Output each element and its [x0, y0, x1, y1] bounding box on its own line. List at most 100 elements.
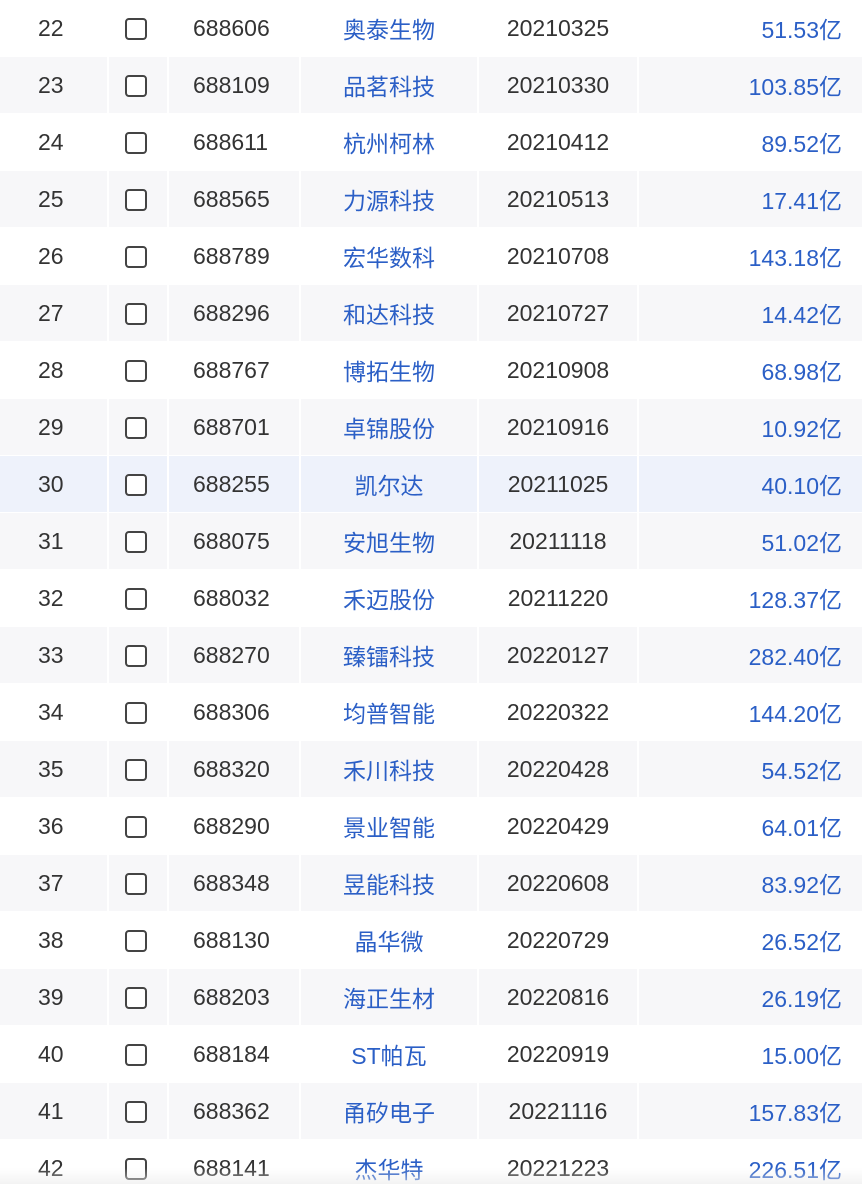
- row-checkbox[interactable]: [125, 303, 147, 326]
- table-row[interactable]: 34 688306 均普智能 20220322 144.20亿: [0, 683, 862, 741]
- stock-name-link[interactable]: 晶华微: [355, 929, 424, 955]
- stock-name-link[interactable]: 品茗科技: [343, 74, 435, 100]
- row-checkbox[interactable]: [125, 18, 147, 41]
- stock-code: 688032: [168, 569, 301, 627]
- listing-date: 20210916: [478, 398, 639, 456]
- row-checkbox[interactable]: [125, 759, 147, 782]
- stock-name-link[interactable]: 海正生材: [343, 986, 435, 1012]
- table-row[interactable]: 31 688075 安旭生物 20211118 51.02亿: [0, 512, 862, 570]
- stock-name-link[interactable]: 博拓生物: [343, 359, 435, 385]
- stock-code: 688255: [168, 455, 301, 513]
- market-cap-link[interactable]: 10.92亿: [761, 416, 842, 442]
- table-row[interactable]: 40 688184 ST帕瓦 20220919 15.00亿: [0, 1025, 862, 1083]
- market-cap-link[interactable]: 51.02亿: [761, 530, 842, 556]
- market-cap-link[interactable]: 128.37亿: [749, 587, 842, 613]
- market-cap-link[interactable]: 157.83亿: [749, 1100, 842, 1126]
- row-checkbox[interactable]: [125, 132, 147, 155]
- row-index: 31: [0, 512, 109, 570]
- table-row[interactable]: 32 688032 禾迈股份 20211220 128.37亿: [0, 569, 862, 627]
- table-row[interactable]: 22 688606 奥泰生物 20210325 51.53亿: [0, 0, 862, 57]
- stock-code: 688701: [168, 398, 301, 456]
- market-cap-link[interactable]: 103.85亿: [749, 74, 842, 100]
- market-cap-link[interactable]: 64.01亿: [761, 815, 842, 841]
- stock-name-link[interactable]: 甬矽电子: [343, 1100, 435, 1126]
- stock-name-link[interactable]: 杭州柯林: [343, 131, 435, 157]
- market-cap-link[interactable]: 144.20亿: [749, 701, 842, 727]
- market-cap-link[interactable]: 26.19亿: [761, 986, 842, 1012]
- row-checkbox[interactable]: [125, 1101, 147, 1124]
- table-row[interactable]: 37 688348 昱能科技 20220608 83.92亿: [0, 854, 862, 912]
- market-cap-link[interactable]: 89.52亿: [761, 131, 842, 157]
- stock-name-link[interactable]: 臻镭科技: [343, 644, 435, 670]
- table-row[interactable]: 27 688296 和达科技 20210727 14.42亿: [0, 284, 862, 342]
- table-row[interactable]: 28 688767 博拓生物 20210908 68.98亿: [0, 341, 862, 399]
- row-checkbox[interactable]: [125, 360, 147, 383]
- stock-code: 688130: [168, 911, 301, 969]
- stock-name-link[interactable]: 宏华数科: [343, 245, 435, 271]
- stock-name-link[interactable]: ST帕瓦: [351, 1043, 426, 1069]
- market-cap-link[interactable]: 26.52亿: [761, 929, 842, 955]
- row-index: 26: [0, 227, 109, 285]
- table-row[interactable]: 33 688270 臻镭科技 20220127 282.40亿: [0, 626, 862, 684]
- stock-name-link[interactable]: 禾迈股份: [343, 587, 435, 613]
- market-cap-link[interactable]: 17.41亿: [761, 188, 842, 214]
- stock-name-link[interactable]: 禾川科技: [343, 758, 435, 784]
- row-index: 42: [0, 1139, 109, 1197]
- row-checkbox[interactable]: [125, 474, 147, 497]
- stock-name-link[interactable]: 景业智能: [343, 815, 435, 841]
- stock-name-link[interactable]: 凯尔达: [355, 473, 424, 499]
- row-checkbox[interactable]: [125, 246, 147, 269]
- stock-name-link[interactable]: 均普智能: [343, 701, 435, 727]
- table-row[interactable]: 24 688611 杭州柯林 20210412 89.52亿: [0, 113, 862, 171]
- table-row[interactable]: 25 688565 力源科技 20210513 17.41亿: [0, 170, 862, 228]
- table-row[interactable]: 42 688141 杰华特 20221223 226.51亿: [0, 1139, 862, 1197]
- row-checkbox[interactable]: [125, 645, 147, 668]
- row-index: 32: [0, 569, 109, 627]
- market-cap-link[interactable]: 40.10亿: [761, 473, 842, 499]
- market-cap-link[interactable]: 83.92亿: [761, 872, 842, 898]
- stock-code: 688270: [168, 626, 301, 684]
- market-cap-link[interactable]: 226.51亿: [749, 1157, 842, 1183]
- stock-code: 688565: [168, 170, 301, 228]
- row-checkbox[interactable]: [125, 930, 147, 953]
- table-row[interactable]: 29 688701 卓锦股份 20210916 10.92亿: [0, 398, 862, 456]
- market-cap-link[interactable]: 282.40亿: [749, 644, 842, 670]
- market-cap-link[interactable]: 51.53亿: [761, 17, 842, 43]
- stock-name-link[interactable]: 卓锦股份: [343, 416, 435, 442]
- market-cap-link[interactable]: 143.18亿: [749, 245, 842, 271]
- stock-name-link[interactable]: 力源科技: [343, 188, 435, 214]
- market-cap-link[interactable]: 54.52亿: [761, 758, 842, 784]
- market-cap-link[interactable]: 68.98亿: [761, 359, 842, 385]
- stock-name-link[interactable]: 安旭生物: [343, 530, 435, 556]
- row-checkbox[interactable]: [125, 588, 147, 611]
- row-index: 37: [0, 854, 109, 912]
- table-row[interactable]: 26 688789 宏华数科 20210708 143.18亿: [0, 227, 862, 285]
- table-row[interactable]: 35 688320 禾川科技 20220428 54.52亿: [0, 740, 862, 798]
- row-checkbox[interactable]: [125, 75, 147, 98]
- row-checkbox[interactable]: [125, 531, 147, 554]
- row-checkbox[interactable]: [125, 1158, 147, 1181]
- table-row[interactable]: 39 688203 海正生材 20220816 26.19亿: [0, 968, 862, 1026]
- stock-name-link[interactable]: 和达科技: [343, 302, 435, 328]
- stock-name-link[interactable]: 杰华特: [355, 1157, 424, 1183]
- row-checkbox[interactable]: [125, 816, 147, 839]
- row-checkbox[interactable]: [125, 1044, 147, 1067]
- row-checkbox[interactable]: [125, 189, 147, 212]
- stock-name-link[interactable]: 昱能科技: [343, 872, 435, 898]
- stock-code: 688290: [168, 797, 301, 855]
- listing-date: 20220608: [478, 854, 639, 912]
- row-checkbox[interactable]: [125, 987, 147, 1010]
- listing-date: 20220729: [478, 911, 639, 969]
- row-checkbox[interactable]: [125, 417, 147, 440]
- table-row[interactable]: 41 688362 甬矽电子 20221116 157.83亿: [0, 1082, 862, 1140]
- row-checkbox[interactable]: [125, 702, 147, 725]
- row-checkbox[interactable]: [125, 873, 147, 896]
- table-row[interactable]: 36 688290 景业智能 20220429 64.01亿: [0, 797, 862, 855]
- table-row[interactable]: 38 688130 晶华微 20220729 26.52亿: [0, 911, 862, 969]
- market-cap-link[interactable]: 15.00亿: [761, 1043, 842, 1069]
- stock-code: 688075: [168, 512, 301, 570]
- stock-name-link[interactable]: 奥泰生物: [343, 17, 435, 43]
- market-cap-link[interactable]: 14.42亿: [761, 302, 842, 328]
- table-row[interactable]: 23 688109 品茗科技 20210330 103.85亿: [0, 56, 862, 114]
- table-row-highlighted[interactable]: 30 688255 凯尔达 20211025 40.10亿: [0, 455, 862, 513]
